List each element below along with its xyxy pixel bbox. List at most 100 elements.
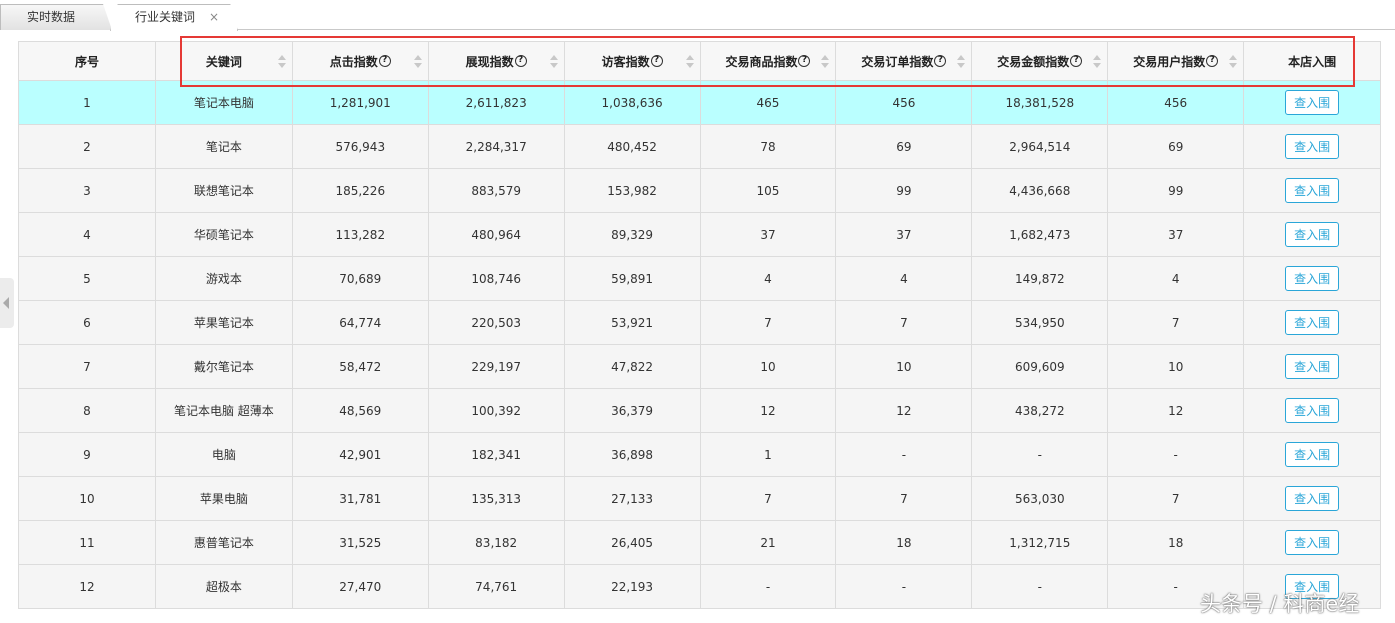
cell-store-shortlist: 查入围 xyxy=(1244,125,1382,169)
cell-click-index: 113,282 xyxy=(292,213,429,257)
sort-icon[interactable] xyxy=(413,55,422,69)
sort-icon[interactable] xyxy=(821,55,830,69)
close-icon[interactable]: × xyxy=(209,5,219,30)
check-shortlist-button[interactable]: 查入围 xyxy=(1285,354,1340,379)
collapse-left-icon[interactable] xyxy=(0,278,14,328)
tab-realtime-data[interactable]: 实时数据 xyxy=(0,4,112,30)
cell-visitor-index: 1,038,636 xyxy=(564,81,701,125)
cell-trade-order-index: 4 xyxy=(836,257,973,301)
header-trade-user-index[interactable]: 交易用户指数? xyxy=(1108,42,1245,81)
table-row: 8 笔记本电脑 超薄本 48,569 100,392 36,379 12 12 438,272… xyxy=(19,389,1382,433)
help-icon[interactable]: ? xyxy=(1206,55,1219,67)
cell-impression-index: 182,341 xyxy=(428,433,565,477)
header-visitor-index[interactable]: 访客指数? xyxy=(564,42,701,81)
cell-impression-index: 2,611,823 xyxy=(428,81,565,125)
cell-trade-order-index: 18 xyxy=(836,521,973,565)
cell-trade-amount-index: 1,312,715 xyxy=(972,521,1109,565)
help-icon[interactable]: ? xyxy=(1070,55,1083,67)
cell-index: 2 xyxy=(19,125,156,169)
sort-icon[interactable] xyxy=(957,55,966,69)
cell-trade-amount-index: - xyxy=(972,565,1109,609)
check-shortlist-button[interactable]: 查入围 xyxy=(1285,178,1340,203)
check-shortlist-button[interactable]: 查入围 xyxy=(1285,90,1340,115)
cell-keyword: 戴尔笔记本 xyxy=(155,345,293,389)
cell-click-index: 31,781 xyxy=(292,477,429,521)
cell-keyword: 苹果笔记本 xyxy=(155,301,293,345)
cell-trade-amount-index: - xyxy=(972,433,1109,477)
tab-industry-keywords[interactable]: 行业关键词 × xyxy=(110,4,238,31)
sort-icon[interactable] xyxy=(1229,55,1238,69)
header-trade-amount-index[interactable]: 交易金额指数? xyxy=(972,42,1109,81)
header-trade-order-index[interactable]: 交易订单指数? xyxy=(836,42,973,81)
cell-trade-user-index: 7 xyxy=(1108,301,1245,345)
check-shortlist-button[interactable]: 查入围 xyxy=(1285,310,1340,335)
cell-keyword: 苹果电脑 xyxy=(155,477,293,521)
check-shortlist-button[interactable]: 查入围 xyxy=(1285,266,1340,291)
cell-store-shortlist: 查入围 xyxy=(1244,213,1382,257)
cell-trade-amount-index: 438,272 xyxy=(972,389,1109,433)
cell-trade-item-index: 465 xyxy=(700,81,837,125)
sort-icon[interactable] xyxy=(685,55,694,69)
cell-visitor-index: 47,822 xyxy=(564,345,701,389)
cell-impression-index: 220,503 xyxy=(428,301,565,345)
cell-trade-order-index: 12 xyxy=(836,389,973,433)
check-shortlist-button[interactable]: 查入围 xyxy=(1285,222,1340,247)
cell-store-shortlist: 查入围 xyxy=(1244,169,1382,213)
cell-index: 7 xyxy=(19,345,156,389)
cell-trade-order-index: 37 xyxy=(836,213,973,257)
cell-click-index: 1,281,901 xyxy=(292,81,429,125)
check-shortlist-button[interactable]: 查入围 xyxy=(1285,530,1340,555)
cell-trade-order-index: 10 xyxy=(836,345,973,389)
sort-icon[interactable] xyxy=(549,55,558,69)
cell-impression-index: 74,761 xyxy=(428,565,565,609)
cell-index: 5 xyxy=(19,257,156,301)
cell-keyword: 超极本 xyxy=(155,565,293,609)
header-impression-index[interactable]: 展现指数? xyxy=(428,42,565,81)
cell-trade-user-index: 4 xyxy=(1108,257,1245,301)
cell-index: 1 xyxy=(19,81,156,125)
help-icon[interactable]: ? xyxy=(650,55,663,67)
help-icon[interactable]: ? xyxy=(798,55,811,67)
cell-click-index: 58,472 xyxy=(292,345,429,389)
cell-visitor-index: 36,898 xyxy=(564,433,701,477)
header-keyword[interactable]: 关键词 xyxy=(155,42,293,81)
cell-index: 3 xyxy=(19,169,156,213)
cell-click-index: 48,569 xyxy=(292,389,429,433)
cell-trade-item-index: 4 xyxy=(700,257,837,301)
sort-icon[interactable] xyxy=(1093,55,1102,69)
cell-visitor-index: 27,133 xyxy=(564,477,701,521)
cell-impression-index: 2,284,317 xyxy=(428,125,565,169)
cell-store-shortlist: 查入围 xyxy=(1244,521,1382,565)
check-shortlist-button[interactable]: 查入围 xyxy=(1285,442,1340,467)
cell-store-shortlist: 查入围 xyxy=(1244,257,1382,301)
header-trade-item-index[interactable]: 交易商品指数? xyxy=(700,42,837,81)
cell-store-shortlist: 查入围 xyxy=(1244,433,1382,477)
cell-click-index: 31,525 xyxy=(292,521,429,565)
cell-trade-amount-index: 563,030 xyxy=(972,477,1109,521)
cell-store-shortlist: 查入围 xyxy=(1244,389,1382,433)
check-shortlist-button[interactable]: 查入围 xyxy=(1285,398,1340,423)
check-shortlist-button[interactable]: 查入围 xyxy=(1285,486,1340,511)
header-click-index[interactable]: 点击指数? xyxy=(292,42,429,81)
keyword-table: 序号 关键词 点击指数? 展现指数? 访客指数? 交易商品指数? 交易订单指数?… xyxy=(18,41,1382,609)
cell-trade-item-index: 12 xyxy=(700,389,837,433)
check-shortlist-button[interactable]: 查入围 xyxy=(1285,134,1340,159)
cell-trade-amount-index: 18,381,528 xyxy=(972,81,1109,125)
cell-trade-item-index: 105 xyxy=(700,169,837,213)
cell-trade-amount-index: 149,872 xyxy=(972,257,1109,301)
sort-icon[interactable] xyxy=(277,55,286,69)
help-icon[interactable]: ? xyxy=(378,55,391,67)
table-row: 2 笔记本 576,943 2,284,317 480,452 78 69 2,964,514… xyxy=(19,125,1382,169)
tab-bar: 实时数据 行业关键词 × xyxy=(0,0,1395,31)
cell-click-index: 576,943 xyxy=(292,125,429,169)
cell-visitor-index: 89,329 xyxy=(564,213,701,257)
cell-click-index: 64,774 xyxy=(292,301,429,345)
cell-trade-item-index: 10 xyxy=(700,345,837,389)
cell-trade-user-index: 456 xyxy=(1108,81,1245,125)
header-index: 序号 xyxy=(19,42,156,81)
help-icon[interactable]: ? xyxy=(514,55,527,67)
table-row: 1 笔记本电脑 1,281,901 2,611,823 1,038,636 465 456 1… xyxy=(19,81,1382,125)
tab-label: 行业关键词 xyxy=(135,10,196,24)
table-row: 12 超极本 27,470 74,761 22,193- - - - 查入围 xyxy=(19,565,1382,609)
help-icon[interactable]: ? xyxy=(934,55,947,67)
